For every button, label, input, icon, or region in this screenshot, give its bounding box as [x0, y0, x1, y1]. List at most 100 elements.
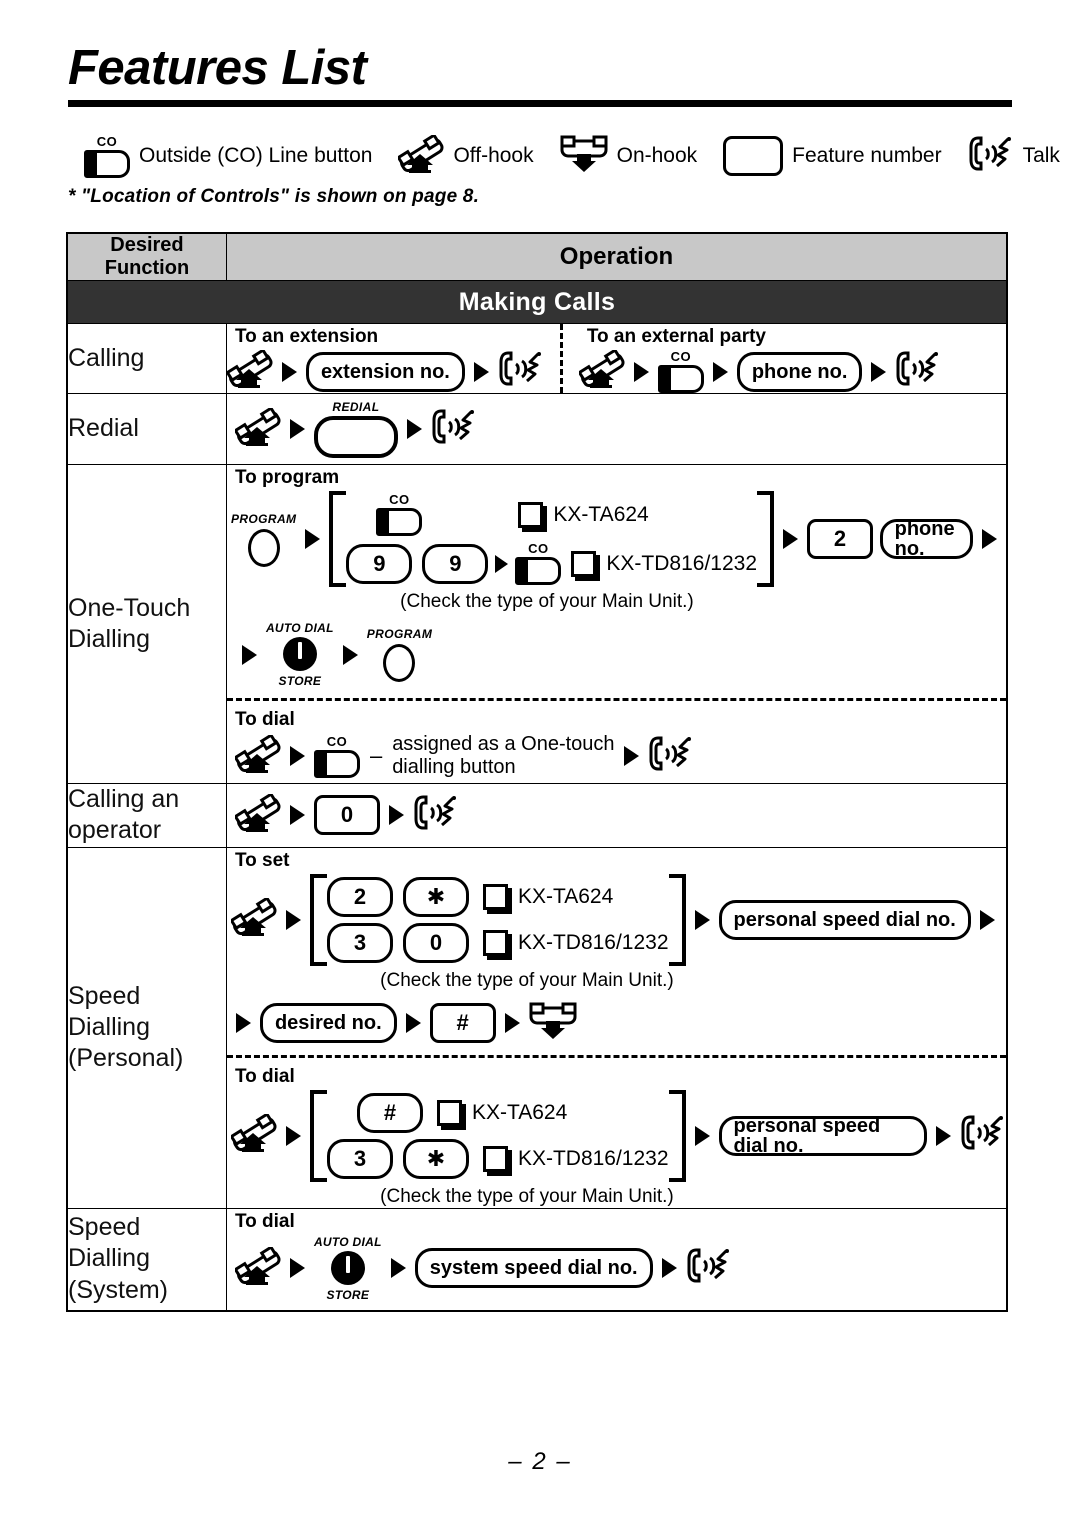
legend-item-co-line: CO Outside (CO) Line button: [84, 135, 398, 178]
arrow-icon: [289, 805, 305, 826]
arrow-icon: [694, 1125, 710, 1146]
function-speed-system-line1: Speed Dialling: [68, 1213, 150, 1273]
checkbox-icon[interactable]: [518, 501, 544, 528]
talk-icon: [895, 350, 941, 393]
operation-one-touch-dialling: To program PROGRAM CO KX-TA624 9 9 CO KX…: [225, 464, 1008, 784]
co-icon-cap: CO: [96, 133, 118, 149]
bracket-right: [757, 491, 774, 587]
one-touch-option-ta624: CO KX-TA624: [376, 493, 757, 536]
function-redial: Redial: [66, 393, 227, 465]
speed-personal-to-set-title: To set: [234, 849, 290, 871]
arrow-icon: [936, 1125, 951, 1146]
legend-label-on-hook: On-hook: [616, 144, 698, 167]
co-line-button-icon: CO: [313, 733, 360, 778]
digit-key-2: 2: [326, 876, 393, 917]
bracket-right: [668, 1089, 686, 1182]
arrow-icon: [289, 746, 305, 766]
function-calling-an-operator: Calling an operator: [66, 783, 227, 848]
talk-icon: [968, 135, 1014, 178]
arrow-icon: [388, 805, 404, 826]
sub-flow-separator: [226, 1054, 1006, 1058]
arrow-icon: [694, 909, 710, 930]
function-speed-system-line2: (System): [68, 1275, 168, 1304]
star-key: ✱: [402, 1138, 469, 1179]
arrow-icon: [285, 909, 301, 930]
table-row-speed-dialling-personal: Speed Dialling (Personal) To set 2 ✱ KX-…: [66, 846, 1008, 1209]
auto-dial-button-body: [282, 637, 317, 671]
arrow-icon: [473, 361, 489, 382]
bracket-left: [329, 491, 347, 587]
co-icon-cap: CO: [326, 733, 348, 749]
one-touch-assigned-note: assigned as a One-touch dialling button: [392, 733, 614, 779]
table-row-speed-dialling-system: Speed Dialling (System) To dial AUTO DIA…: [66, 1207, 1008, 1311]
operation-redial: REDIAL: [225, 393, 1008, 465]
arrow-icon: [979, 909, 995, 930]
features-table: Desired Function Operation Making Calls …: [66, 232, 1008, 1312]
arrow-icon: [783, 529, 798, 549]
checkbox-icon[interactable]: [571, 550, 597, 577]
function-speed-dialling-system: Speed Dialling (System): [66, 1207, 227, 1311]
speed-personal-set-option-ta624: 2 ✱ KX-TA624: [326, 876, 669, 917]
document-page: Features List CO Outside (CO) Line butto…: [0, 0, 1080, 1529]
digit-key-9a: 9: [346, 543, 413, 584]
function-speed-personal-line1: Speed Dialling: [68, 981, 150, 1041]
arrow-icon: [235, 1013, 251, 1033]
section-row-making-calls: Making Calls: [66, 280, 1008, 324]
speed-personal-set-option-td816: 3 0 KX-TD816/1232: [326, 922, 669, 963]
function-one-touch-line2: Dialling: [68, 625, 150, 653]
talk-icon: [686, 1247, 732, 1290]
operation-speed-dialling-system: To dial AUTO DIAL STORE system speed dia…: [225, 1207, 1008, 1311]
checkbox-icon[interactable]: [482, 929, 508, 956]
off-hook-icon: [396, 132, 444, 178]
program-button: PROGRAM: [231, 512, 296, 567]
program-button-cap: PROGRAM: [366, 627, 433, 641]
table-row-calling-an-operator: Calling an operator 0: [66, 783, 1008, 848]
header-operation: Operation: [225, 232, 1008, 281]
on-hook-icon: [529, 1002, 577, 1045]
calling-to-extension-title: To an extension: [234, 326, 379, 347]
off-hook-icon: [229, 896, 277, 941]
arrow-icon: [633, 361, 649, 382]
redial-button: REDIAL: [313, 400, 398, 458]
off-hook-icon: [577, 348, 625, 393]
off-hook-icon: [233, 405, 281, 451]
star-key: ✱: [402, 876, 469, 917]
co-icon-body: [515, 557, 562, 585]
checkbox-icon[interactable]: [436, 1099, 462, 1126]
model-label-ta624: KX-TA624: [471, 1100, 568, 1124]
legend-label-talk: Talk: [1022, 144, 1060, 167]
arrow-icon: [495, 554, 509, 573]
operation-speed-dialling-personal: To set 2 ✱ KX-TA624 3 0 KX-TD816/1232 pe…: [225, 846, 1008, 1209]
arrow-icon: [342, 644, 358, 665]
auto-dial-cap-bottom: STORE: [278, 674, 322, 688]
model-label-td816: KX-TD816/1232: [517, 930, 669, 954]
page-title: Features List: [68, 41, 367, 95]
redial-button-body: [313, 416, 398, 458]
arrow-icon: [281, 361, 297, 382]
operation-calling-an-operator: 0: [225, 783, 1008, 848]
program-button-cap: PROGRAM: [230, 511, 297, 526]
speed-system-to-dial-title: To dial: [234, 1210, 295, 1232]
arrow-icon: [285, 1125, 301, 1146]
co-line-button-icon: CO: [657, 350, 704, 393]
feature-number-key-icon: [723, 136, 784, 176]
table-row-calling: Calling To an extension extension no. To…: [66, 323, 1008, 394]
talk-icon: [431, 408, 477, 451]
arrow-icon: [623, 746, 639, 766]
function-operator-line1: Calling an: [68, 785, 180, 813]
hash-key: #: [429, 1003, 496, 1043]
talk-icon: [960, 1114, 1006, 1157]
on-hook-icon: [560, 135, 608, 178]
checkbox-icon[interactable]: [482, 883, 508, 910]
digit-key-0: 0: [313, 795, 380, 836]
digit-key-3: 3: [326, 1138, 393, 1179]
checkbox-icon[interactable]: [482, 1145, 508, 1172]
function-operator-line2: operator: [68, 816, 162, 845]
arrow-icon: [661, 1258, 677, 1278]
arrow-icon: [241, 644, 257, 665]
program-button-body: [383, 644, 416, 682]
one-touch-model-options: CO KX-TA624 9 9 CO KX-TD816/1232: [346, 491, 757, 587]
title-rule: [68, 100, 1012, 107]
talk-icon: [648, 735, 694, 778]
bracket-left: [309, 1089, 327, 1182]
